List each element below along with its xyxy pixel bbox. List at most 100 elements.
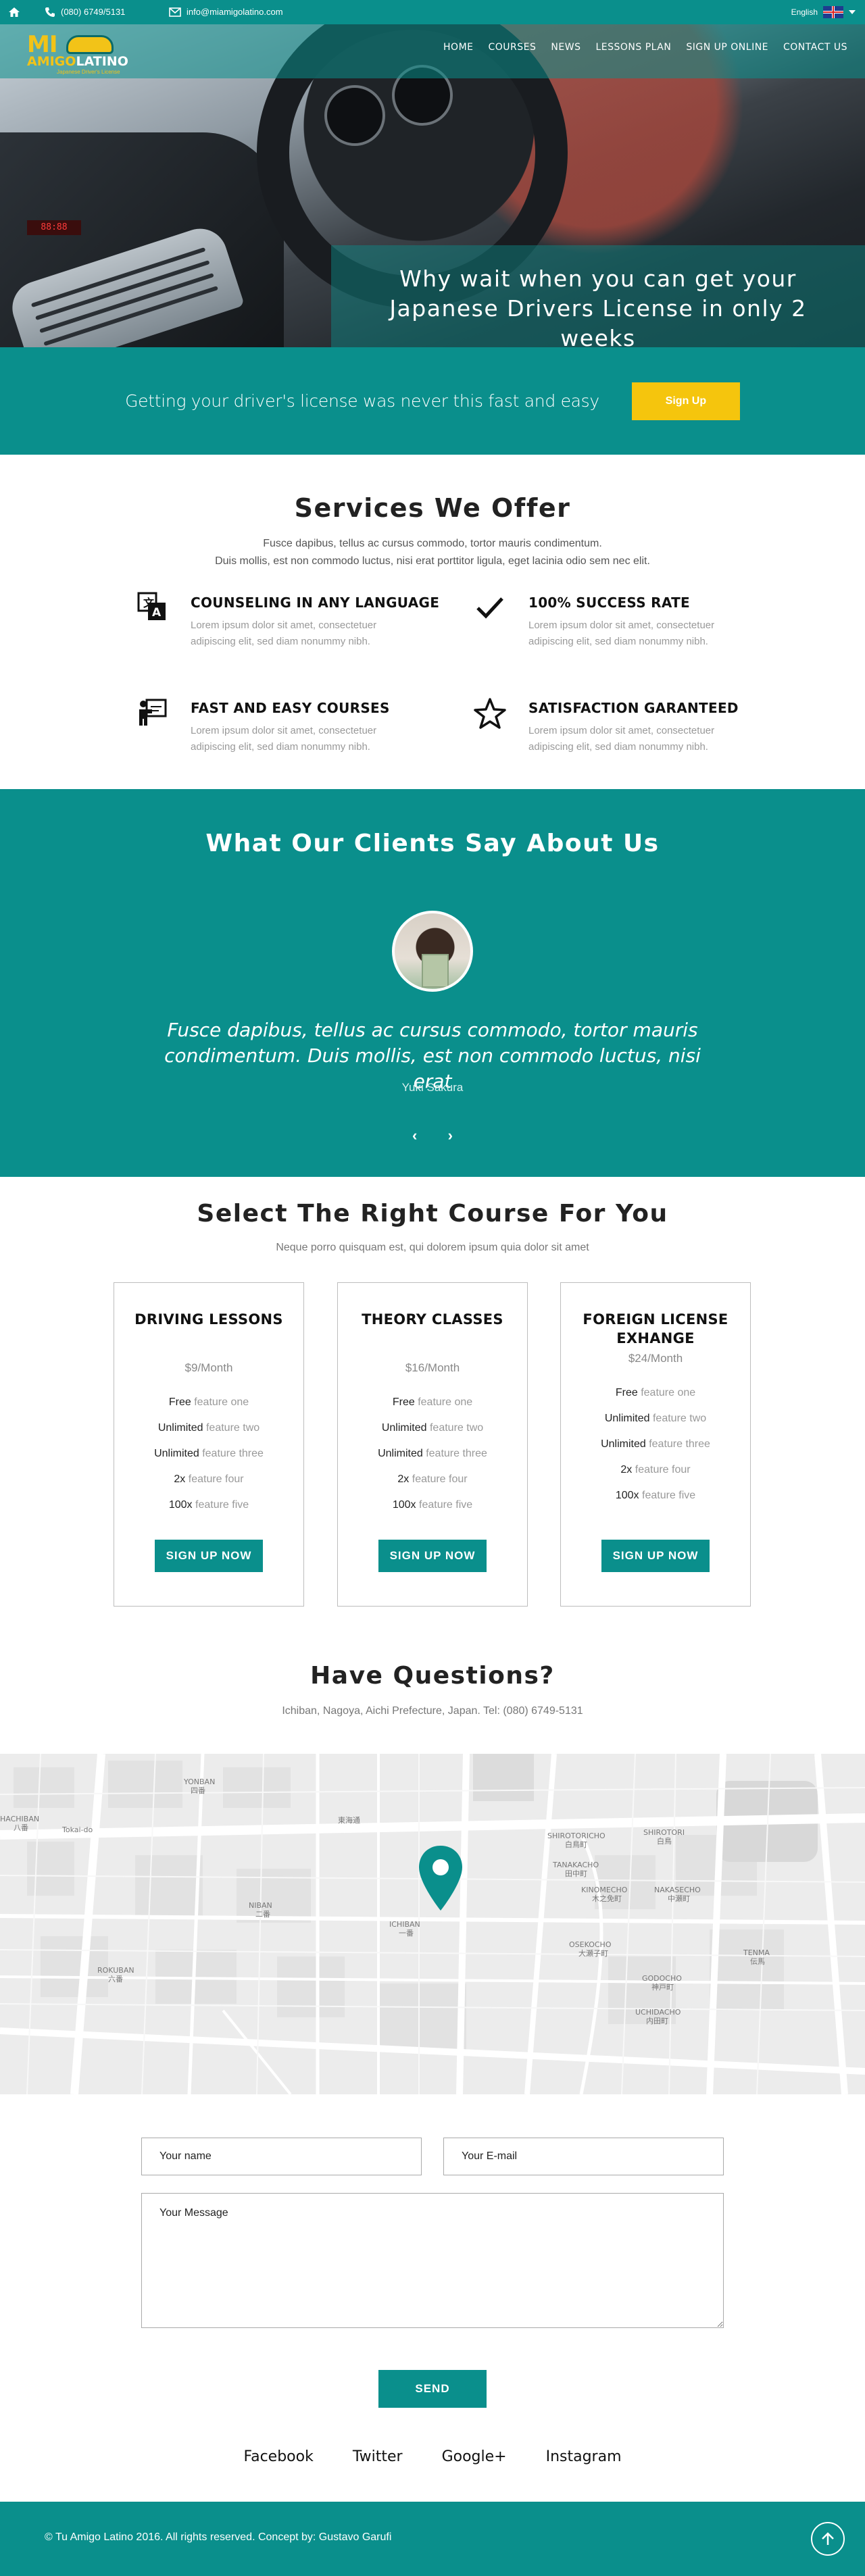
svg-text:一番: 一番 — [399, 1929, 414, 1938]
language-selector[interactable]: English — [791, 0, 856, 24]
svg-text:白鳥: 白鳥 — [657, 1836, 672, 1846]
plan-name: DRIVING LESSONS — [134, 1311, 283, 1328]
name-input[interactable] — [141, 2138, 422, 2175]
phone-number[interactable]: (080) 6749/5131 — [61, 0, 125, 24]
svg-text:GODOCHO: GODOCHO — [642, 1974, 682, 1983]
arrow-up-icon — [822, 2532, 834, 2545]
svg-text:NAKASECHO: NAKASECHO — [654, 1886, 701, 1894]
plan-features: Free feature one Unlimited feature two U… — [338, 1390, 527, 1518]
back-to-top-button[interactable] — [811, 2522, 845, 2556]
home-link[interactable] — [8, 0, 20, 24]
testimonial-author: Yuki Sakura — [401, 1081, 464, 1094]
plan-name: THEORY CLASSES — [362, 1311, 503, 1328]
svg-text:内田町: 内田町 — [646, 2016, 668, 2025]
services-title: Services We Offer — [294, 493, 571, 523]
svg-text:神戸町: 神戸町 — [651, 1982, 674, 1992]
message-textarea[interactable] — [141, 2193, 724, 2328]
map-pin-icon[interactable] — [416, 1844, 465, 1912]
plan-features: Free feature one Unlimited feature two U… — [561, 1380, 750, 1509]
logo-latino-text: LATINO — [76, 54, 128, 69]
location-map[interactable]: YONBAN 四番 NIBAN 二番 ICHIBAN 一番 ROKUBAN 六番 SHI… — [0, 1754, 865, 2094]
svg-text:KINOMECHO: KINOMECHO — [581, 1886, 628, 1894]
copyright-text: © Tu Amigo Latino 2016. All rights reser… — [45, 2531, 392, 2543]
plan-feature: 100x feature five — [615, 1490, 696, 1501]
plan-features: Free feature one Unlimited feature two U… — [114, 1390, 303, 1518]
plan-feature: 100x feature five — [168, 1499, 249, 1511]
service-item: 文A COUNSELING IN ANY LANGUAGE Lorem ipsu… — [135, 592, 439, 673]
chevron-down-icon[interactable] — [849, 10, 856, 14]
services-subtitle-line2: Duis mollis, est non commodo luctus, nis… — [215, 555, 650, 567]
hero-headline: Why wait when you can get your Japanese … — [389, 265, 807, 348]
send-button[interactable]: SEND — [378, 2370, 487, 2408]
nav-home[interactable]: HOME — [443, 42, 473, 53]
phone-icon — [45, 7, 55, 17]
service-text: Lorem ipsum dolor sit amet, consectetuer… — [191, 620, 377, 647]
top-bar: (080) 6749/5131 info@miamigolatino.com — [0, 0, 865, 24]
testimonials-title: What Our Clients Say About Us — [205, 830, 660, 857]
svg-text:白鳥町: 白鳥町 — [565, 1840, 587, 1849]
sign-up-button[interactable]: Sign Up — [631, 382, 740, 420]
instagram-link[interactable]: Instagram — [546, 2448, 622, 2465]
service-title: FAST AND EASY COURSES — [191, 700, 390, 716]
svg-text:ROKUBAN: ROKUBAN — [97, 1966, 134, 1975]
svg-text:TENMA: TENMA — [743, 1948, 770, 1957]
translate-icon: 文A — [135, 592, 169, 626]
chevron-right-icon[interactable]: › — [448, 1127, 453, 1144]
teacher-icon — [135, 697, 169, 731]
service-item: 100% SUCCESS RATE Lorem ipsum dolor sit … — [473, 592, 757, 673]
hero-headline-box: Why wait when you can get your Japanese … — [331, 245, 865, 347]
facebook-link[interactable]: Facebook — [243, 2448, 313, 2465]
nav-lessons-plan[interactable]: LESSONS PLAN — [595, 42, 671, 53]
pricing-title: Select The Right Course For You — [197, 1200, 668, 1228]
google-plus-link[interactable]: Google+ — [442, 2448, 507, 2465]
svg-text:NIBAN: NIBAN — [249, 1901, 272, 1910]
social-links: Facebook Twitter Google+ Instagram — [0, 2448, 865, 2465]
plan-feature: Unlimited feature three — [378, 1448, 487, 1459]
svg-text:木之免町: 木之免町 — [592, 1894, 622, 1903]
logo-amigo: AMIGOLATINO — [27, 54, 128, 69]
sign-up-now-button[interactable]: SIGN UP NOW — [378, 1540, 487, 1572]
plan-feature: 2x feature four — [174, 1473, 244, 1485]
site-logo[interactable]: MI AMIGOLATINO Japanese Driver's License — [27, 31, 142, 75]
nav-news[interactable]: NEWS — [551, 42, 580, 53]
service-text: Lorem ipsum dolor sit amet, consectetuer… — [528, 725, 715, 753]
svg-text:中瀬町: 中瀬町 — [668, 1894, 690, 1903]
svg-text:六番: 六番 — [108, 1975, 123, 1984]
svg-text:東海通: 東海通 — [338, 1815, 360, 1825]
plan-feature: Free feature one — [168, 1396, 249, 1408]
email-contact[interactable]: info@miamigolatino.com — [169, 0, 283, 24]
email-input[interactable] — [443, 2138, 724, 2175]
svg-text:A: A — [152, 606, 162, 620]
home-icon[interactable] — [8, 7, 20, 18]
client-avatar — [392, 911, 473, 992]
services-subtitle: Fusce dapibus, tellus ac cursus commodo,… — [0, 535, 865, 570]
svg-text:OSEKOCHO: OSEKOCHO — [569, 1940, 612, 1949]
service-title: COUNSELING IN ANY LANGUAGE — [191, 595, 440, 611]
nav-contact-us[interactable]: CONTACT US — [783, 42, 847, 53]
email-address[interactable]: info@miamigolatino.com — [187, 0, 283, 24]
footer: © Tu Amigo Latino 2016. All rights reser… — [0, 2502, 865, 2576]
star-icon — [473, 697, 507, 731]
svg-text:SHIROTORI: SHIROTORI — [643, 1828, 685, 1837]
plan-feature: Free feature one — [392, 1396, 473, 1408]
phone-contact[interactable]: (080) 6749/5131 — [45, 0, 125, 24]
svg-text:大瀬子町: 大瀬子町 — [578, 1948, 608, 1958]
svg-text:二番: 二番 — [255, 1910, 270, 1919]
service-item: FAST AND EASY COURSES Lorem ipsum dolor … — [135, 697, 419, 778]
svg-text:HACHIBAN: HACHIBAN — [0, 1815, 39, 1823]
twitter-link[interactable]: Twitter — [353, 2448, 403, 2465]
service-item: SATISFACTION GARANTEED Lorem ipsum dolor… — [473, 697, 757, 778]
plan-price: $16/Month — [405, 1361, 460, 1374]
uk-flag-icon[interactable] — [823, 6, 843, 18]
language-label[interactable]: English — [791, 7, 818, 17]
sign-up-now-button[interactable]: SIGN UP NOW — [601, 1540, 710, 1572]
plan-feature: 2x feature four — [397, 1473, 468, 1485]
svg-text:UCHIDACHO: UCHIDACHO — [635, 2008, 681, 2017]
nav-sign-up-online[interactable]: SIGN UP ONLINE — [686, 42, 768, 53]
questions-title: Have Questions? — [310, 1662, 555, 1690]
nav-courses[interactable]: COURSES — [489, 42, 537, 53]
plan-feature: Unlimited feature three — [154, 1448, 264, 1459]
plan-feature: Unlimited feature two — [604, 1413, 707, 1424]
sign-up-now-button[interactable]: SIGN UP NOW — [155, 1540, 263, 1572]
chevron-left-icon[interactable]: ‹ — [412, 1127, 417, 1144]
